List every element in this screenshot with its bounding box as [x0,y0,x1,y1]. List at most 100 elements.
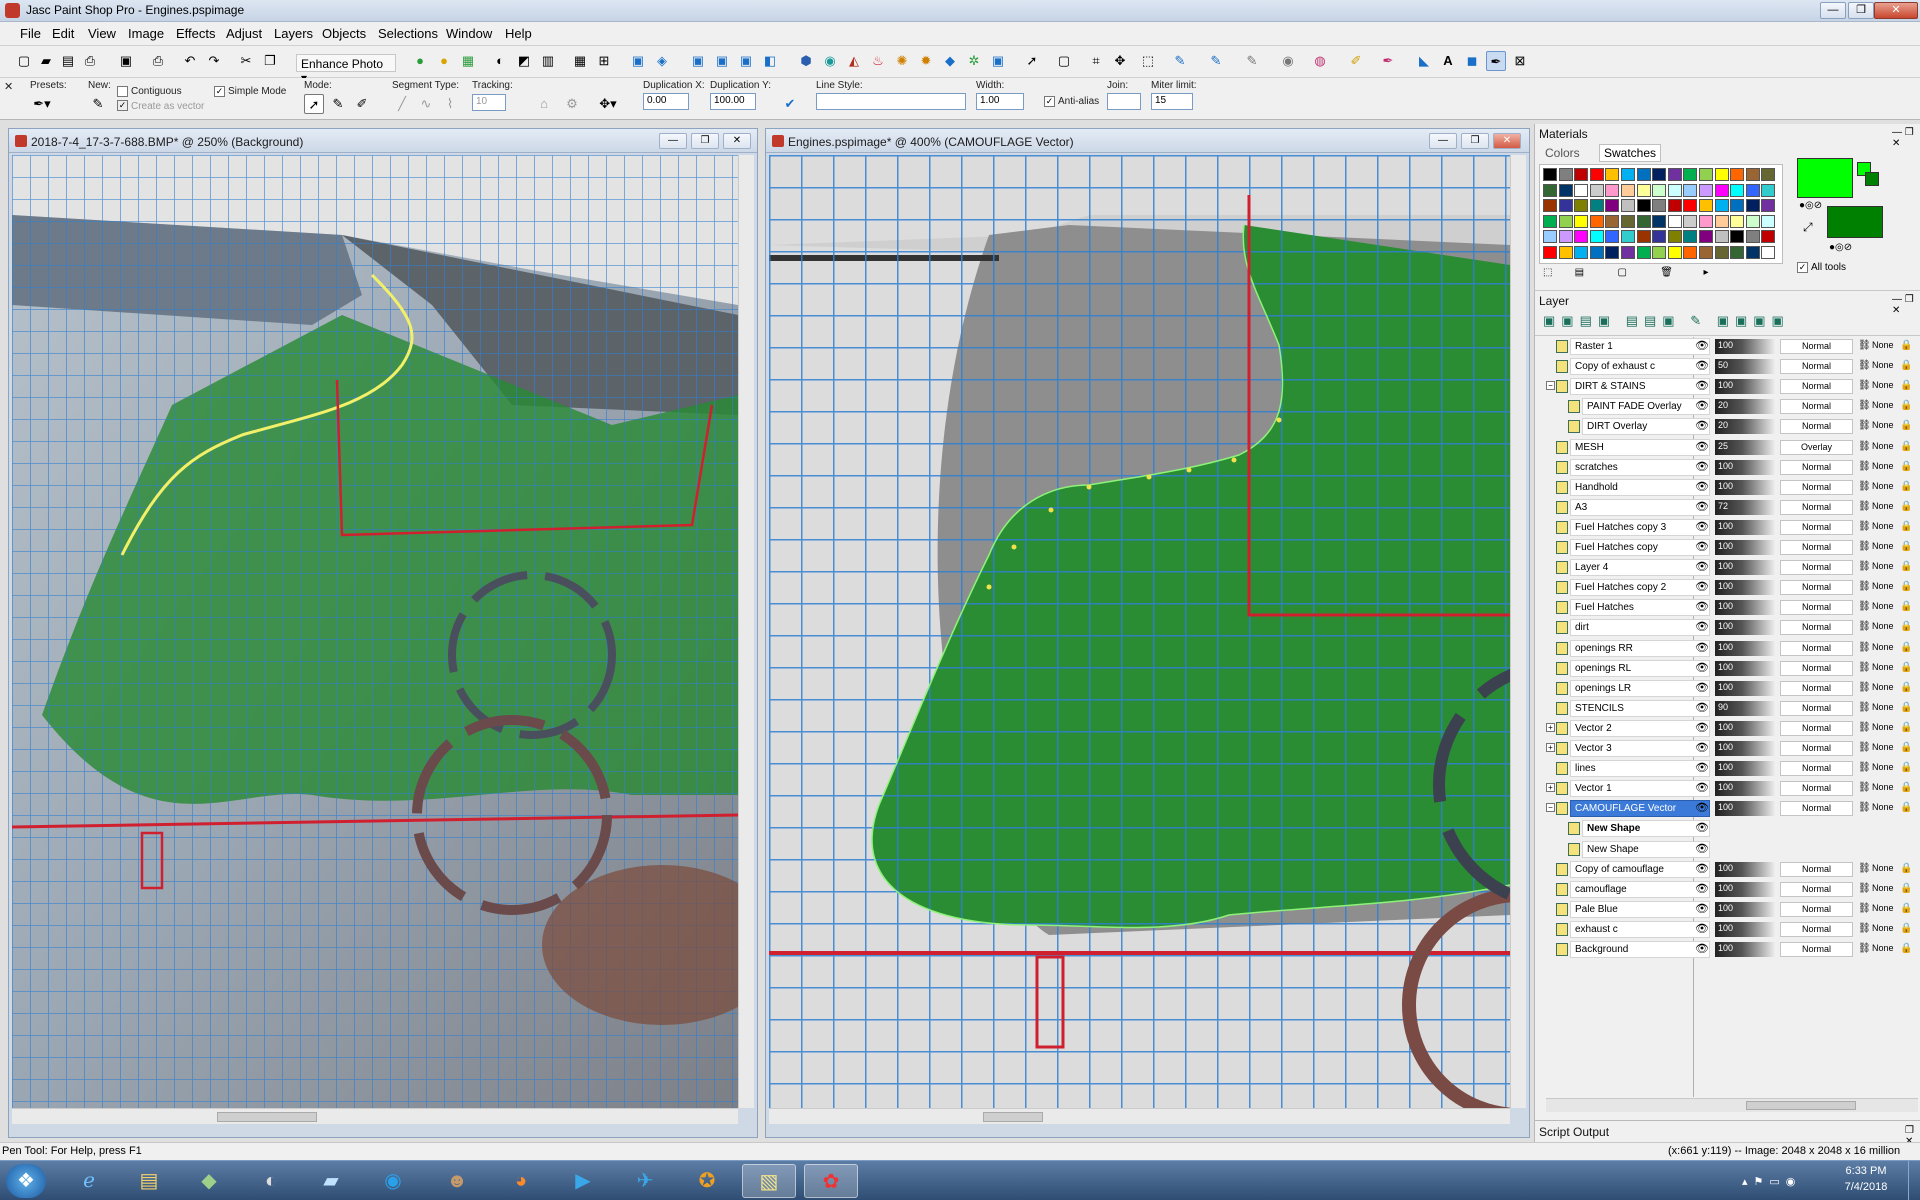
visibility-eye-icon[interactable]: 👁 [1694,521,1710,533]
color-swatch[interactable] [1621,245,1635,259]
lock-icon[interactable]: 🔒 [1900,501,1912,513]
line-style-dropdown[interactable] [816,93,966,110]
link-icon[interactable]: ⛓ [1858,863,1871,875]
expand-toggle-icon[interactable]: − [1546,803,1555,812]
color-swatch[interactable] [1636,214,1651,228]
lock-icon[interactable]: 🔒 [1900,461,1912,473]
layer-row[interactable]: DIRT Overlay 👁 20 Normal ⛓ None 🔒 [1546,417,1918,436]
layer-row[interactable]: Pale Blue 👁 100 Normal ⛓ None 🔒 [1546,900,1918,919]
color-swatch[interactable] [1745,183,1760,197]
visibility-eye-icon[interactable]: 👁 [1694,561,1710,573]
lock-icon[interactable]: 🔒 [1900,642,1912,654]
link-icon[interactable]: ⛓ [1858,883,1871,895]
minimize-button[interactable]: — [659,133,687,149]
blend-mode-dropdown[interactable]: Normal [1780,761,1853,776]
color-swatch[interactable] [1574,183,1589,197]
layer-name[interactable]: Vector 3 [1570,740,1710,757]
layer-row[interactable]: openings LR 👁 100 Normal ⛓ None 🔒 [1546,679,1918,698]
layer-name[interactable]: Copy of exhaust c [1570,358,1710,375]
color-swatch[interactable] [1667,245,1682,259]
link-icon[interactable]: ⛓ [1858,662,1871,674]
color-swatch[interactable] [1558,199,1573,212]
effect-icon[interactable]: ◭ [844,51,864,71]
start-icon[interactable]: ❖ [6,1164,46,1198]
blend-mode-dropdown[interactable]: Overlay [1780,440,1853,455]
layer-row[interactable]: A3 👁 72 Normal ⛓ None 🔒 [1546,498,1918,517]
open-icon[interactable]: ▰ [36,51,56,71]
layer-name[interactable]: exhaust c [1570,921,1710,938]
antialias-checkbox[interactable]: ✓ [1044,96,1055,107]
effect-icon[interactable]: ● [434,51,454,71]
link-icon[interactable]: ⛓ [1858,802,1871,814]
opacity-slider[interactable]: 90 [1715,701,1775,716]
lock-icon[interactable]: 🔒 [1900,521,1912,533]
effect-icon[interactable]: ♨ [868,51,888,71]
effect-icon[interactable]: ▣ [988,51,1008,71]
color-swatch[interactable] [1683,214,1698,228]
cut-icon[interactable]: ✂ [236,51,256,71]
layer-name[interactable]: Layer 4 [1570,559,1710,576]
mode-pen-icon[interactable]: ✎ [328,94,348,114]
color-swatch[interactable] [1699,168,1713,181]
restore-button[interactable]: ❐ [691,133,719,149]
segment-line-icon[interactable]: ╱ [392,94,412,114]
layer-row[interactable]: + Vector 1 👁 100 Normal ⛓ None 🔒 [1546,779,1918,798]
link-icon[interactable]: ⛓ [1858,360,1871,372]
color-swatch[interactable] [1730,245,1745,259]
color-swatch[interactable] [1699,199,1713,212]
folder-icon[interactable]: ▧ [742,1164,796,1198]
object-selector-icon[interactable]: ⊠ [1510,51,1530,71]
layer-name[interactable]: Fuel Hatches [1570,599,1710,616]
expand-toggle-icon[interactable]: + [1546,783,1555,792]
clone-icon[interactable]: ✎ [1242,51,1262,71]
color-swatch[interactable] [1699,230,1713,243]
color-swatch[interactable] [1589,230,1604,243]
link-icon[interactable]: ⛓ [1858,420,1871,432]
color-swatch[interactable] [1745,245,1760,259]
layer-name[interactable]: camouflage [1570,881,1710,898]
contiguous-checkbox[interactable] [117,86,128,97]
scrollbar-thumb[interactable] [1746,1101,1856,1110]
layer-name[interactable]: openings RR [1570,640,1710,657]
opacity-slider[interactable]: 100 [1715,600,1775,615]
color-swatch[interactable] [1574,199,1589,212]
duplication-y-input[interactable]: 100.00 [710,93,756,110]
effect-browser-icon[interactable]: ⬢ [796,51,816,71]
layer-row[interactable]: scratches 👁 100 Normal ⛓ None 🔒 [1546,458,1918,477]
color-swatch[interactable] [1683,168,1698,181]
lock-icon[interactable]: 🔒 [1900,441,1912,453]
opacity-slider[interactable]: 100 [1715,781,1775,796]
link-icon[interactable]: ⛓ [1858,642,1871,654]
lock-icon[interactable]: 🔒 [1900,883,1912,895]
opacity-slider[interactable]: 100 [1715,942,1775,957]
layer-name[interactable]: MESH [1570,439,1710,456]
blend-mode-dropdown[interactable]: Normal [1780,359,1853,374]
visibility-eye-icon[interactable]: 👁 [1694,621,1710,633]
color-swatch[interactable] [1699,183,1713,197]
opacity-slider[interactable]: 100 [1715,661,1775,676]
link-icon[interactable]: ⛓ [1858,621,1871,633]
plane-icon[interactable]: ✈ [618,1164,672,1198]
blend-mode-dropdown[interactable]: Normal [1780,600,1853,615]
opacity-slider[interactable]: 100 [1715,902,1775,917]
layer-name[interactable]: Fuel Hatches copy [1570,539,1710,556]
lock-icon[interactable]: 🔒 [1900,923,1912,935]
opacity-slider[interactable]: 72 [1715,500,1775,515]
layer-row[interactable]: Layer 4 👁 100 Normal ⛓ None 🔒 [1546,558,1918,577]
color-swatch[interactable] [1543,245,1557,259]
contrast-icon[interactable]: ◩ [514,51,534,71]
blend-mode-dropdown[interactable]: Normal [1780,339,1853,354]
layer-row[interactable]: Fuel Hatches copy 👁 100 Normal ⛓ None 🔒 [1546,538,1918,557]
mode-freehand-icon[interactable]: ✐ [352,94,372,114]
effect-icon[interactable]: ✹ [916,51,936,71]
copy-icon[interactable]: ❐ [260,51,280,71]
undo-icon[interactable]: ↶ [180,51,200,71]
color-swatch[interactable] [1683,183,1698,197]
layer-scrollbar[interactable] [1546,1098,1918,1112]
menu-file[interactable]: File [20,26,41,41]
blend-mode-dropdown[interactable]: Normal [1780,641,1853,656]
visibility-eye-icon[interactable]: 👁 [1694,360,1710,372]
visibility-eye-icon[interactable]: 👁 [1694,722,1710,734]
opacity-slider[interactable]: 100 [1715,882,1775,897]
layer-row[interactable]: Handhold 👁 100 Normal ⛓ None 🔒 [1546,478,1918,497]
